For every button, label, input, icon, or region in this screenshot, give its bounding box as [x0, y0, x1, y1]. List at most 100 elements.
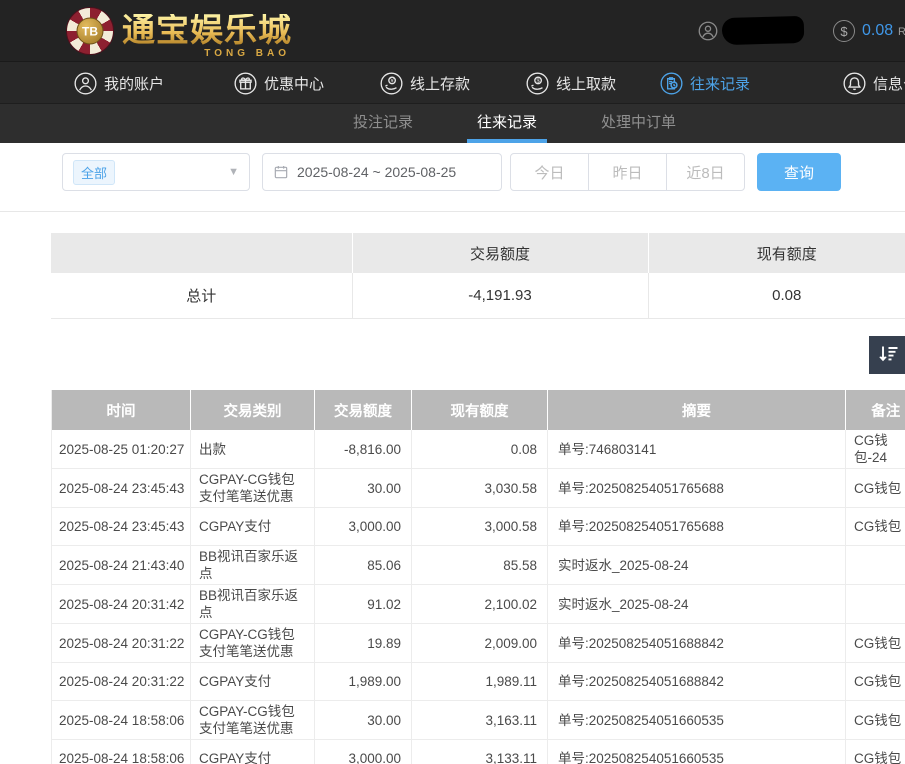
- chip-monogram: TB: [77, 18, 104, 45]
- main-nav: 我的账户 优惠中心 ¥ 线上存款 $: [0, 62, 905, 104]
- tab-pending-orders[interactable]: 处理中订单: [591, 104, 686, 143]
- user-icon: [74, 72, 97, 95]
- nav-label: 往来记录: [690, 73, 750, 94]
- cell-remark: CG钱包: [846, 508, 905, 546]
- cell-time: 2025-08-24 23:45:43: [52, 469, 191, 508]
- cell-remark: CG钱包: [846, 701, 905, 740]
- last-8-days-button[interactable]: 近8日: [666, 153, 745, 191]
- summary-table: 交易额度 现有额度 总计 -4,191.93 0.08: [51, 233, 905, 319]
- balance-amount: 0.08: [862, 22, 893, 40]
- cell-summary: 实时返水_2025-08-24: [548, 546, 846, 585]
- site-logo[interactable]: TB 通宝娱乐城 TONG BAO: [66, 6, 292, 56]
- cell-type: BB视讯百家乐返点: [191, 585, 315, 624]
- cell-amount: 91.02: [315, 585, 412, 624]
- date-range-value: 2025-08-24 ~ 2025-08-25: [297, 164, 456, 180]
- cell-summary: 单号:202508254051688842: [548, 624, 846, 663]
- gift-icon: [234, 72, 257, 95]
- nav-label: 线上存款: [410, 73, 470, 94]
- cell-balance: 2,100.02: [412, 585, 548, 624]
- col-header-type: 交易类别: [191, 390, 315, 430]
- cell-amount: 30.00: [315, 701, 412, 740]
- cell-amount: 30.00: [315, 469, 412, 508]
- cell-remark: [846, 585, 905, 624]
- col-header-time: 时间: [52, 390, 191, 430]
- filter-row: 全部 ▼ 2025-08-24 ~ 2025-08-25 今日 昨日 近8日 查…: [0, 153, 905, 191]
- poker-chip-icon: TB: [66, 7, 114, 55]
- records-clipboard-icon: [660, 72, 683, 95]
- query-button[interactable]: 查询: [757, 153, 841, 191]
- today-button[interactable]: 今日: [510, 153, 589, 191]
- tab-transaction-records[interactable]: 往来记录: [467, 104, 547, 143]
- nav-item-withdraw[interactable]: $ 线上取款: [526, 62, 616, 104]
- table-row: 2025-08-24 23:45:43 CGPAY支付 3,000.00 3,0…: [52, 508, 905, 546]
- cell-summary: 实时返水_2025-08-24: [548, 585, 846, 624]
- summary-total-row: 总计 -4,191.93 0.08: [51, 273, 905, 318]
- cell-balance: 3,163.11: [412, 701, 548, 740]
- deposit-hand-coin-icon: ¥: [380, 72, 403, 95]
- cell-summary: 单号:202508254051765688: [548, 469, 846, 508]
- type-select[interactable]: 全部 ▼: [62, 153, 250, 191]
- cell-remark: CG钱包: [846, 663, 905, 701]
- date-range-input[interactable]: 2025-08-24 ~ 2025-08-25: [262, 153, 502, 191]
- nav-item-announcements[interactable]: 信息公告: [843, 62, 905, 104]
- table-row: 2025-08-24 23:45:43 CGPAY-CG钱包支付笔笔送优惠 30…: [52, 469, 905, 508]
- site-title: 通宝娱乐城: [122, 14, 292, 48]
- cell-type: CGPAY-CG钱包支付笔笔送优惠: [191, 469, 315, 508]
- cell-time: 2025-08-24 20:31:42: [52, 585, 191, 624]
- sub-tab-strip: 投注记录 往来记录 处理中订单: [0, 104, 905, 143]
- cell-summary: 单号:202508254051688842: [548, 663, 846, 701]
- cell-balance: 3,133.11: [412, 740, 548, 764]
- cell-balance: 3,030.58: [412, 469, 548, 508]
- cell-summary: 单号:746803141: [548, 430, 846, 469]
- site-subtitle: TONG BAO: [204, 48, 290, 59]
- transaction-records-page: { "topbar": { "logo": { "chip_text": "TB…: [0, 0, 905, 764]
- cell-time: 2025-08-25 01:20:27: [52, 430, 191, 469]
- nav-label: 我的账户: [104, 73, 164, 94]
- nav-item-deposit[interactable]: ¥ 线上存款: [380, 62, 470, 104]
- dollar-coin-icon: $: [833, 20, 855, 42]
- col-header-summary: 摘要: [548, 390, 846, 430]
- withdraw-hand-coin-icon: $: [526, 72, 549, 95]
- records-table: 时间 交易类别 交易额度 现有额度 摘要 备注 2025-08-25 01:20…: [51, 390, 905, 764]
- cell-summary: 单号:202508254051660535: [548, 740, 846, 764]
- bell-icon: [843, 72, 866, 95]
- cell-balance: 85.58: [412, 546, 548, 585]
- redacted-username: [722, 16, 805, 45]
- cell-type: CGPAY支付: [191, 740, 315, 764]
- tab-bet-records[interactable]: 投注记录: [343, 104, 423, 143]
- cell-remark: CG钱包-24: [846, 430, 905, 469]
- chevron-down-icon: ▼: [228, 166, 239, 178]
- cell-time: 2025-08-24 20:31:22: [52, 624, 191, 663]
- nav-label: 信息公告: [873, 73, 905, 94]
- cell-type: 出款: [191, 430, 315, 469]
- topbar: TB 通宝娱乐城 TONG BAO $ 0.08 RMB: [0, 0, 905, 62]
- sort-descending-button[interactable]: [869, 336, 905, 374]
- nav-label: 优惠中心: [264, 73, 324, 94]
- table-row: 2025-08-24 18:58:06 CGPAY-CG钱包支付笔笔送优惠 30…: [52, 701, 905, 740]
- cell-type: CGPAY-CG钱包支付笔笔送优惠: [191, 624, 315, 663]
- summary-header-row: 交易额度 现有额度: [51, 233, 905, 273]
- tab-group: 投注记录 往来记录 处理中订单: [343, 104, 686, 143]
- cell-type: CGPAY支付: [191, 663, 315, 701]
- yesterday-button[interactable]: 昨日: [588, 153, 667, 191]
- cell-balance: 2,009.00: [412, 624, 548, 663]
- cell-amount: 3,000.00: [315, 740, 412, 764]
- cell-time: 2025-08-24 20:31:22: [52, 663, 191, 701]
- cell-amount: 19.89: [315, 624, 412, 663]
- cell-remark: CG钱包: [846, 740, 905, 764]
- cell-type: BB视讯百家乐返点: [191, 546, 315, 585]
- cell-time: 2025-08-24 18:58:06: [52, 701, 191, 740]
- nav-item-records[interactable]: 往来记录: [660, 62, 750, 104]
- nav-item-my-account[interactable]: 我的账户: [74, 62, 164, 104]
- col-header-amount: 交易额度: [315, 390, 412, 430]
- table-row: 2025-08-24 18:58:06 CGPAY支付 3,000.00 3,1…: [52, 740, 905, 764]
- user-icon[interactable]: [698, 21, 718, 41]
- cell-remark: CG钱包: [846, 624, 905, 663]
- nav-item-promotions[interactable]: 优惠中心: [234, 62, 324, 104]
- cell-time: 2025-08-24 23:45:43: [52, 508, 191, 546]
- selected-type-tag: 全部: [73, 160, 115, 185]
- summary-header-transaction-amount: 交易额度: [352, 233, 648, 273]
- summary-header-current-balance: 现有额度: [648, 233, 905, 273]
- summary-total-label: 总计: [51, 273, 352, 318]
- table-row: 2025-08-25 01:20:27 出款 -8,816.00 0.08 单号…: [52, 430, 905, 469]
